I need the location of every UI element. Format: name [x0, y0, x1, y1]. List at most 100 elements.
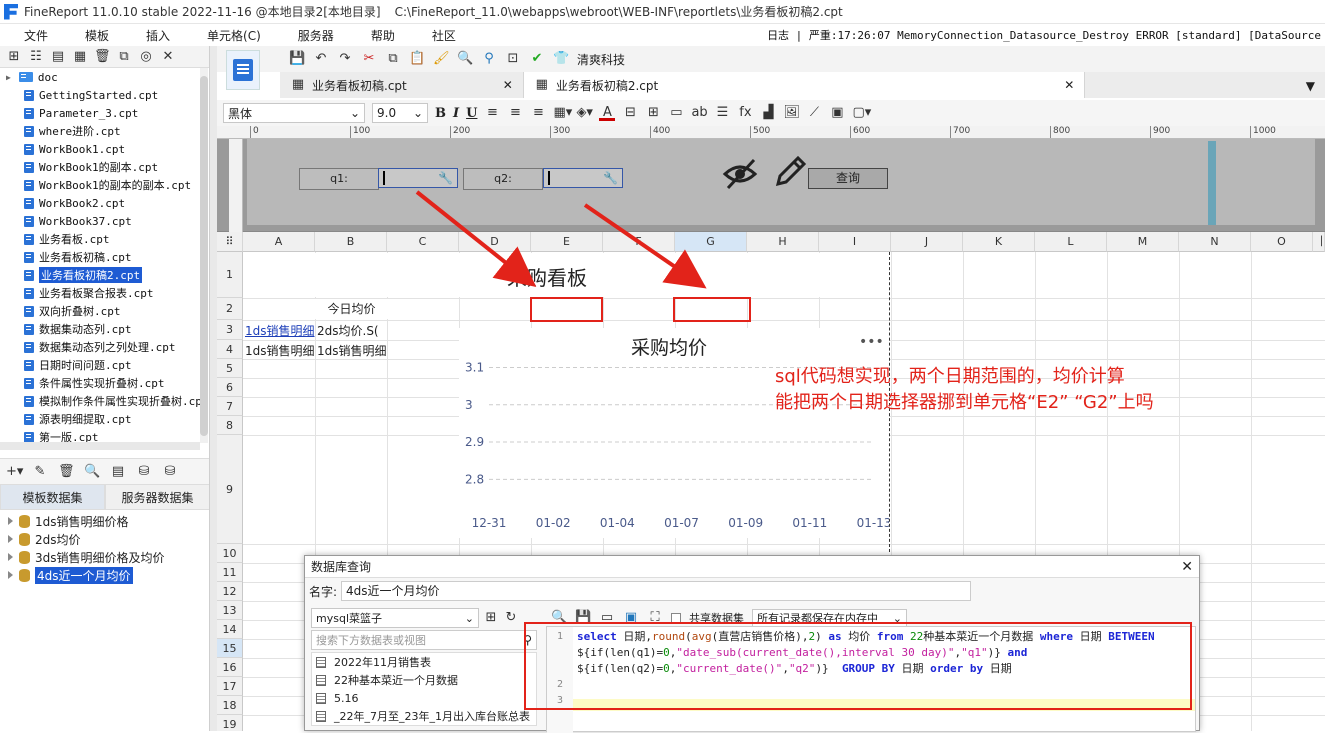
redo-icon[interactable]: ↷: [337, 51, 353, 67]
cell-b3[interactable]: 2ds均价.S(: [317, 322, 387, 339]
tab-close-icon[interactable]: ✕: [503, 78, 513, 92]
merge-icon[interactable]: ⊟: [622, 105, 638, 121]
split-icon[interactable]: ⊞: [645, 105, 661, 121]
undo-icon[interactable]: ↶: [313, 51, 329, 67]
cell-b4[interactable]: 1ds销售明细: [317, 342, 387, 359]
corner-select-icon[interactable]: ⠿: [217, 232, 243, 252]
slash-icon[interactable]: ⟋: [806, 105, 822, 121]
align-right-icon[interactable]: ≡: [530, 105, 546, 121]
edit-pencil-icon[interactable]: [772, 154, 808, 190]
edit-icon[interactable]: ✎: [32, 464, 48, 480]
row-header[interactable]: 19: [217, 715, 243, 731]
tree-file[interactable]: 源表明细提取.cpt: [0, 410, 210, 428]
row-header[interactable]: 9: [217, 435, 243, 544]
row-header[interactable]: 4: [217, 340, 243, 359]
query-button[interactable]: 查询: [808, 168, 888, 189]
layout-icon[interactable]: ☷: [28, 49, 44, 65]
file-tree-scrollbar[interactable]: [200, 68, 208, 443]
table-icon[interactable]: ▤: [110, 464, 126, 480]
richtext-icon[interactable]: ☰: [714, 105, 730, 121]
panel-splitter[interactable]: [209, 46, 217, 731]
template-icon[interactable]: ▤: [50, 49, 66, 65]
delete-icon[interactable]: 🗑: [94, 49, 111, 65]
ab-icon[interactable]: ab: [691, 105, 707, 121]
border-icon[interactable]: ▦▾: [553, 105, 572, 121]
column-header[interactable]: A: [243, 232, 315, 252]
column-header[interactable]: B: [315, 232, 387, 252]
table-search[interactable]: 搜索下方数据表或视图 ⚲: [311, 630, 537, 650]
row-header[interactable]: 18: [217, 696, 243, 715]
expand-icon[interactable]: [8, 571, 13, 579]
connection-select[interactable]: mysql菜篮子 ⌄: [311, 608, 479, 628]
tree-file[interactable]: 双向折叠树.cpt: [0, 302, 210, 320]
column-header[interactable]: I: [819, 232, 891, 252]
row-header[interactable]: 14: [217, 620, 243, 639]
expand-icon[interactable]: [8, 517, 13, 525]
tree-file[interactable]: 业务看板.cpt: [0, 230, 210, 248]
menu-server[interactable]: 服务器: [273, 27, 346, 44]
subreport-icon[interactable]: ▣: [829, 105, 845, 121]
formula-icon[interactable]: fx: [737, 105, 753, 121]
cut-icon[interactable]: ✂: [361, 51, 377, 67]
dataset-name-input[interactable]: 4ds近一个月均价: [341, 581, 972, 601]
close-icon[interactable]: ✕: [160, 49, 176, 65]
tree-file[interactable]: Parameter_3.cpt: [0, 104, 210, 122]
doc-tab-draft2[interactable]: ▦ 业务看板初稿2.cpt ✕: [523, 72, 1086, 98]
expand-icon[interactable]: [8, 553, 13, 561]
database-icon[interactable]: ⛁: [136, 464, 152, 480]
row-header-selected[interactable]: 15: [217, 639, 243, 658]
more-options-icon[interactable]: •••: [859, 334, 884, 350]
menu-cell[interactable]: 单元格(C): [182, 27, 273, 44]
align-center-icon[interactable]: ≡: [507, 105, 523, 121]
menu-insert[interactable]: 插入: [121, 27, 182, 44]
scrollbar-thumb[interactable]: [200, 76, 208, 436]
tree-file[interactable]: GettingStarted.cpt: [0, 86, 210, 104]
database-settings-icon[interactable]: ⛁: [162, 464, 178, 480]
copy-icon[interactable]: ⧉: [385, 51, 401, 67]
row-header[interactable]: 12: [217, 582, 243, 601]
row-header[interactable]: 10: [217, 544, 243, 563]
row-header[interactable]: 7: [217, 397, 243, 416]
locate-icon[interactable]: ◎: [138, 49, 154, 65]
underline-icon[interactable]: U: [466, 106, 477, 121]
menu-community[interactable]: 社区: [407, 27, 468, 44]
tab-list-icon[interactable]: ▼: [1296, 79, 1325, 98]
tree-file[interactable]: 业务看板聚合报表.cpt: [0, 284, 210, 302]
table-item[interactable]: _22年_7月至_23年_1月出入库台账总表: [312, 707, 536, 725]
chart-area[interactable]: 采购均价 ••• 3.1 3 2.9 2.8 12-31 01-02 01-04 01-07…: [459, 328, 891, 538]
new-folder-icon[interactable]: ⊞: [6, 49, 22, 65]
tree-file[interactable]: WorkBook1的副本.cpt: [0, 158, 210, 176]
font-color-icon[interactable]: A: [599, 105, 616, 121]
tree-file[interactable]: where进阶.cpt: [0, 122, 210, 140]
bold-icon[interactable]: B: [435, 106, 446, 121]
tree-file[interactable]: 业务看板初稿.cpt: [0, 248, 210, 266]
column-header[interactable]: J: [891, 232, 963, 252]
expand-columns-icon[interactable]: ▕: [1313, 232, 1325, 252]
brand-label[interactable]: 清爽科技: [577, 51, 625, 68]
column-header[interactable]: O: [1251, 232, 1313, 252]
row-header[interactable]: 1: [217, 252, 243, 298]
line-chart[interactable]: 采购均价 ••• 3.1 3 2.9 2.8 12-31 01-02 01-04 01-07…: [459, 328, 891, 538]
dialog-close-icon[interactable]: ✕: [1181, 559, 1193, 575]
font-family-select[interactable]: 黑体 ⌄: [223, 103, 365, 123]
tree-file[interactable]: WorkBook1.cpt: [0, 140, 210, 158]
check-icon[interactable]: ✔: [529, 51, 545, 67]
tree-file[interactable]: WorkBook2.cpt: [0, 194, 210, 212]
cell-a4[interactable]: 1ds销售明细: [245, 342, 315, 359]
row-header[interactable]: 17: [217, 677, 243, 696]
connection-edit-icon[interactable]: ⊞: [483, 610, 499, 626]
dataset-item[interactable]: 3ds销售明细价格及均价: [0, 548, 210, 566]
chart-icon[interactable]: ▟: [760, 105, 776, 121]
tree-file[interactable]: 条件属性实现折叠树.cpt: [0, 374, 210, 392]
grid-icon[interactable]: ▦: [72, 49, 88, 65]
today-avg-label[interactable]: 今日均价: [244, 299, 459, 319]
tree-file[interactable]: WorkBook37.cpt: [0, 212, 210, 230]
row-header[interactable]: 13: [217, 601, 243, 620]
frame-icon[interactable]: ▢▾: [852, 105, 871, 121]
file-tree-hscrollbar[interactable]: [0, 442, 200, 450]
menu-file[interactable]: 文件: [0, 27, 60, 44]
save-icon[interactable]: 💾: [289, 51, 305, 67]
font-size-select[interactable]: 9.0 ⌄: [372, 103, 428, 123]
menu-template[interactable]: 模板: [60, 27, 121, 44]
tree-file[interactable]: 日期时间问题.cpt: [0, 356, 210, 374]
